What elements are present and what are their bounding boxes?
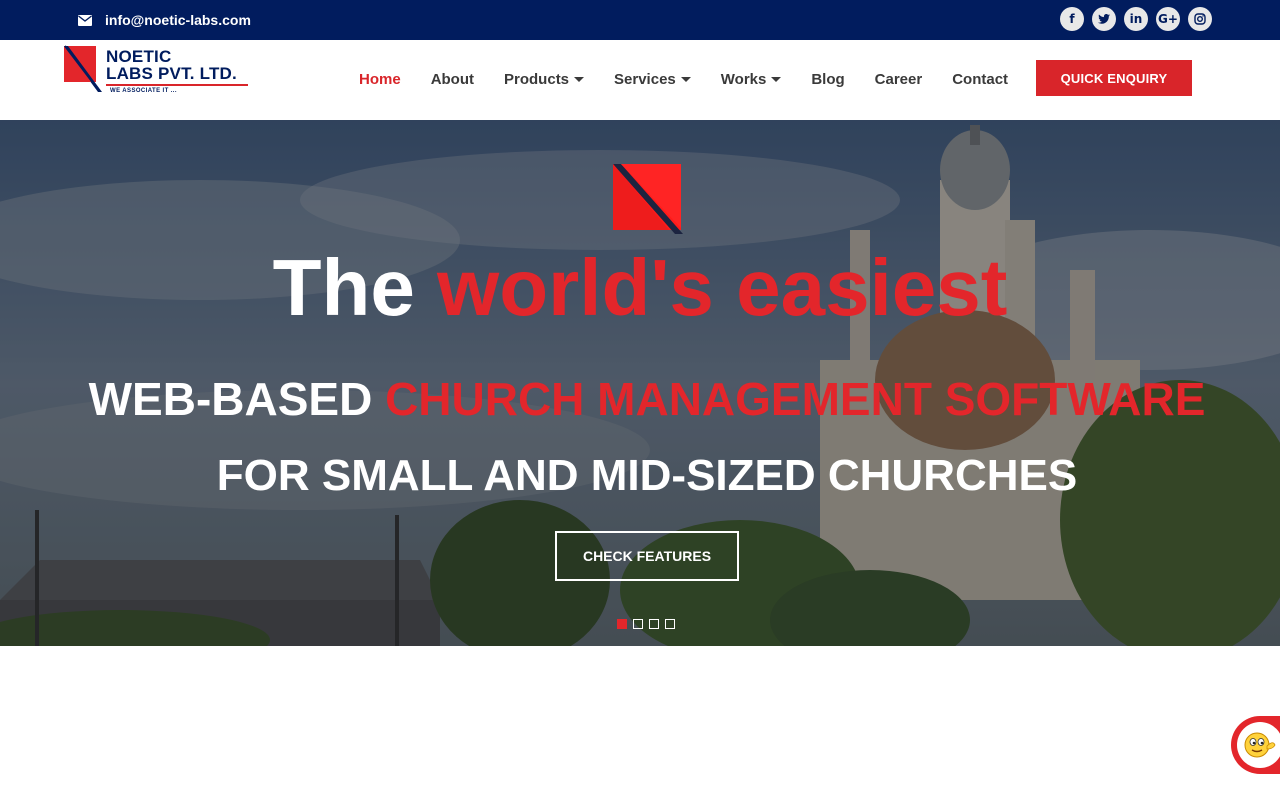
contact-email[interactable]: info@noetic-labs.com — [78, 12, 251, 28]
linkedin-icon[interactable]: in — [1124, 7, 1148, 31]
hero-subheadline-white: WEB-BASED — [88, 373, 386, 425]
hero-slider: The world's easiest WEB-BASED CHURCH MAN… — [0, 120, 1280, 646]
caret-down-icon — [771, 77, 782, 82]
slider-dot-1[interactable] — [617, 619, 627, 629]
nav-services-label: Services — [614, 71, 676, 88]
logo-line-1: NOETIC — [106, 47, 172, 66]
quick-enquiry-button[interactable]: QUICK ENQUIRY — [1036, 60, 1192, 96]
nav-career[interactable]: Career — [875, 71, 923, 88]
hero-tagline: FOR SMALL AND MID-SIZED CHURCHES — [216, 451, 1078, 500]
nav-products-label: Products — [504, 71, 570, 88]
social-links: f in G+ — [1060, 7, 1212, 31]
company-logo[interactable]: NOETIC LABS PVT. LTD. WE ASSOCIATE IT ..… — [62, 42, 252, 98]
hero-subheadline: WEB-BASED CHURCH MANAGEMENT SOFTWARE — [0, 376, 1280, 422]
slider-dot-4[interactable] — [665, 619, 675, 629]
nav-services[interactable]: Services — [614, 71, 691, 88]
google-plus-icon[interactable]: G+ — [1156, 7, 1180, 31]
hero-headline-white: The — [272, 243, 438, 332]
caret-down-icon — [574, 77, 585, 82]
logo-tagline: WE ASSOCIATE IT ... — [110, 88, 177, 94]
instagram-icon[interactable] — [1188, 7, 1212, 31]
logo-underline — [106, 84, 248, 86]
email-text[interactable]: info@noetic-labs.com — [105, 12, 251, 28]
nav-works-label: Works — [720, 71, 767, 88]
twitter-icon[interactable] — [1092, 7, 1116, 31]
envelope-icon — [78, 14, 92, 26]
logo-mark-icon — [64, 45, 102, 92]
hero-subheadline-red: CHURCH MANAGEMENT SOFTWARE — [385, 373, 1206, 425]
nav-works[interactable]: Works — [721, 71, 782, 88]
facebook-icon[interactable]: f — [1060, 7, 1084, 31]
chat-widget-button[interactable] — [1231, 716, 1280, 774]
caret-down-icon — [680, 77, 691, 82]
top-bar: info@noetic-labs.com f in G+ — [0, 0, 1280, 40]
hero-headline-red: world's easiest — [437, 243, 1008, 332]
brand-mark-icon — [613, 164, 683, 234]
slider-pagination — [617, 619, 675, 629]
nav-home[interactable]: Home — [359, 71, 401, 88]
chat-face-icon — [1237, 722, 1280, 768]
nav-contact[interactable]: Contact — [952, 71, 1008, 88]
main-nav: Home About Products Services Works Blog … — [359, 71, 1038, 88]
hero-headline: The world's easiest — [0, 248, 1280, 328]
site-header: NOETIC LABS PVT. LTD. WE ASSOCIATE IT ..… — [0, 40, 1280, 120]
nav-about[interactable]: About — [431, 71, 474, 88]
slider-dot-3[interactable] — [649, 619, 659, 629]
logo-line-2: LABS PVT. LTD. — [106, 64, 237, 83]
slider-dot-2[interactable] — [633, 619, 643, 629]
nav-blog[interactable]: Blog — [811, 71, 844, 88]
check-features-button[interactable]: CHECK FEATURES — [555, 531, 739, 581]
nav-products[interactable]: Products — [504, 71, 585, 88]
